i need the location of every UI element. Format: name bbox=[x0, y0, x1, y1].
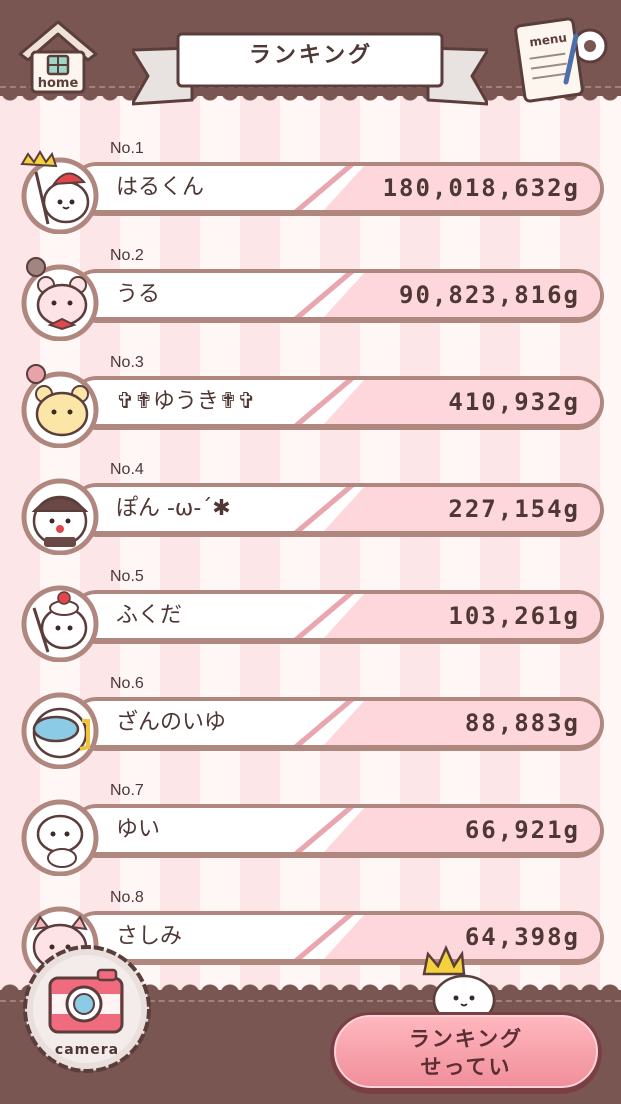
player-score: 66,921g bbox=[464, 816, 580, 844]
ranking-bar: ゆい 66,921g bbox=[70, 804, 604, 858]
player-name: ✞✟ゆうき✟✞ bbox=[116, 389, 256, 414]
home-label: home bbox=[37, 76, 79, 91]
page-title: ランキング bbox=[248, 43, 374, 68]
ranking-bar: ざんのいゆ 88,883g bbox=[70, 697, 604, 751]
ranking-row[interactable]: うる 90,823,816g No.2 bbox=[0, 241, 621, 349]
seal-baby-avatar bbox=[21, 799, 99, 876]
player-name: ぽん -ω-´✱ bbox=[116, 496, 231, 521]
ranking-row[interactable]: ✞✟ゆうき✟✞ 410,932g No.3 bbox=[0, 348, 621, 456]
ranking-bar: ふくだ 103,261g bbox=[70, 590, 604, 644]
rank-number: No.1 bbox=[110, 140, 144, 157]
ranking-row[interactable]: ぽん -ω-´✱ 227,154g No.4 bbox=[0, 455, 621, 563]
rank-number: No.3 bbox=[110, 354, 144, 371]
menu-button[interactable]: menu bbox=[514, 12, 612, 104]
rank-number: No.6 bbox=[110, 675, 144, 692]
rank-number: No.5 bbox=[110, 568, 144, 585]
seal-beret-avatar bbox=[21, 478, 99, 555]
player-name: はるくん bbox=[116, 175, 205, 200]
rank-number: No.8 bbox=[110, 889, 144, 906]
seal-goggles-avatar bbox=[21, 692, 99, 769]
player-score: 88,883g bbox=[464, 709, 580, 737]
seal-king-avatar bbox=[20, 150, 99, 234]
player-name: ふくだ bbox=[116, 603, 183, 628]
home-button[interactable]: home bbox=[14, 16, 102, 94]
bear-ribbon-avatar bbox=[21, 257, 99, 341]
ranking-row[interactable]: ざんのいゆ 88,883g No.6 bbox=[0, 669, 621, 777]
ranking-settings-label: ランキング せってい bbox=[336, 1025, 596, 1081]
ranking-row[interactable]: ゆい 66,921g No.7 bbox=[0, 776, 621, 884]
camera-button[interactable]: camera bbox=[22, 944, 152, 1074]
settings-label-line1: ランキング bbox=[408, 1027, 524, 1051]
rank-number: No.7 bbox=[110, 782, 144, 799]
ranking-bar: ぽん -ω-´✱ 227,154g bbox=[70, 483, 604, 537]
ranking-settings-button[interactable]: ランキング せってい bbox=[330, 1012, 602, 1094]
player-score: 103,261g bbox=[448, 602, 580, 630]
ranking-row[interactable]: はるくん 180,018,632g No.1 bbox=[0, 134, 621, 242]
player-score: 90,823,816g bbox=[399, 281, 580, 309]
ranking-bar: うる 90,823,816g bbox=[70, 269, 604, 323]
seal-cherry-avatar bbox=[21, 585, 99, 662]
ranking-row[interactable]: ふくだ 103,261g No.5 bbox=[0, 562, 621, 670]
player-name: うる bbox=[116, 282, 161, 307]
player-name: ゆい bbox=[116, 817, 161, 842]
ranking-bar: はるくん 180,018,632g bbox=[70, 162, 604, 216]
player-name: ざんのいゆ bbox=[116, 710, 227, 735]
ranking-bar: ✞✟ゆうき✟✞ 410,932g bbox=[70, 376, 604, 430]
settings-label-line2: せってい bbox=[420, 1055, 512, 1079]
rank-number: No.4 bbox=[110, 461, 144, 478]
player-score: 180,018,632g bbox=[382, 174, 580, 202]
player-score: 227,154g bbox=[448, 495, 580, 523]
player-score: 410,932g bbox=[448, 388, 580, 416]
camera-label: camera bbox=[54, 1042, 120, 1058]
yellow-bear-avatar bbox=[21, 364, 99, 448]
menu-clipboard-icon: menu bbox=[514, 17, 608, 103]
rank-number: No.2 bbox=[110, 247, 144, 264]
